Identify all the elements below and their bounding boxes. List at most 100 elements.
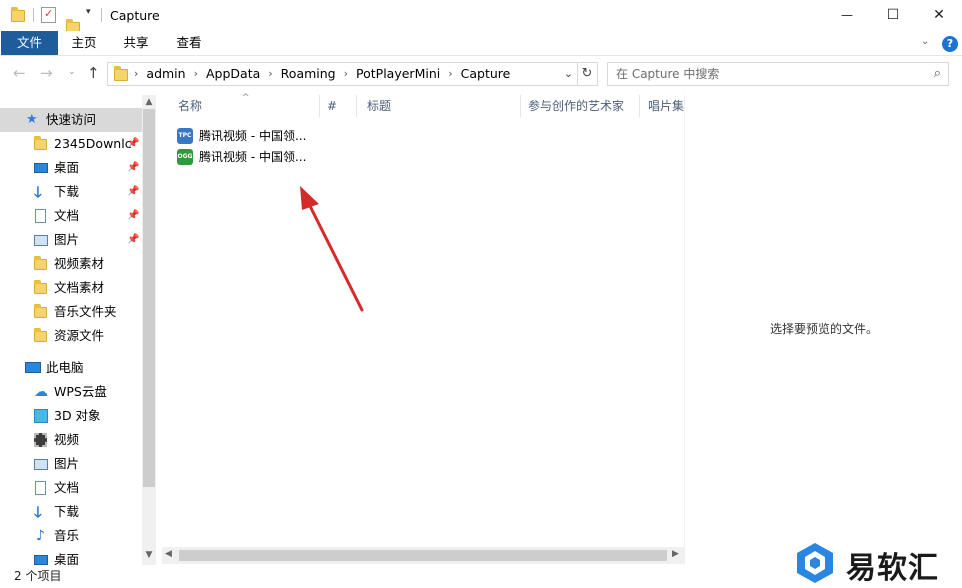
folder-icon (34, 328, 47, 342)
scroll-thumb[interactable] (143, 109, 155, 487)
up-arrow-icon[interactable]: ↑ (87, 64, 100, 82)
column-album[interactable]: 唱片集 (648, 95, 684, 117)
minimize-button[interactable]: — (824, 0, 870, 30)
file-name: 腾讯视频 - 中国领... (199, 129, 307, 143)
forward-arrow-icon[interactable]: → (40, 64, 53, 82)
breadcrumb-admin[interactable]: admin (146, 63, 185, 85)
watermark-logo: 易软汇 (794, 541, 958, 586)
search-icon[interactable]: ⌕ (934, 66, 941, 81)
chevron-right-icon: › (134, 67, 139, 80)
scroll-right-icon[interactable]: ▶ (672, 549, 679, 559)
chevron-right-icon: › (193, 67, 198, 80)
close-button[interactable]: ✕ (916, 0, 962, 30)
download-icon: 🡓 (34, 503, 42, 521)
nav-item-resource-files[interactable]: 资源文件 (0, 324, 142, 348)
column-artist[interactable]: 参与创作的艺术家 (528, 95, 624, 117)
breadcrumb-roaming[interactable]: Roaming (281, 63, 336, 85)
folder-icon (34, 136, 47, 150)
picture-icon (34, 459, 48, 470)
nav-item-music[interactable]: ♪ 音乐 (0, 524, 142, 548)
column-title[interactable]: 标题 (367, 95, 391, 117)
chevron-right-icon: › (268, 67, 273, 80)
tab-home[interactable]: 主页 (64, 31, 104, 55)
help-icon[interactable]: ? (942, 36, 958, 52)
nav-item-documents[interactable]: 文档 📌 (0, 204, 142, 228)
tab-file[interactable]: 文件 (1, 31, 58, 55)
scroll-down-icon[interactable]: ▼ (142, 550, 156, 560)
pane-divider[interactable] (684, 95, 685, 565)
sort-ascending-icon: ^ (242, 93, 250, 103)
file-name: 腾讯视频 - 中国领... (199, 150, 307, 164)
folder-icon (34, 256, 47, 270)
nav-item-documents-pc[interactable]: 文档 (0, 476, 142, 500)
folder-icon (34, 304, 47, 318)
title-bar: ✓ ▾ Capture — ☐ ✕ (0, 0, 962, 34)
nav-item-2345downlc[interactable]: 2345Downlc 📌 (0, 132, 142, 156)
address-dropdown-icon[interactable]: ⌄ (564, 67, 573, 80)
column-number[interactable]: # (327, 95, 337, 117)
video-icon (34, 433, 47, 447)
search-box[interactable]: ⌕ (607, 62, 949, 86)
pin-icon[interactable]: 📌 (127, 228, 139, 252)
navigation-scrollbar[interactable]: ▲ ▼ (142, 95, 156, 565)
ribbon: 文件 主页 共享 查看 ⌄ ? (0, 31, 962, 56)
back-arrow-icon[interactable]: ← (13, 64, 26, 82)
watermark-icon (797, 543, 833, 583)
file-list-scrollbar[interactable]: ◀ ▶ (162, 547, 684, 564)
download-icon: 🡓 (34, 183, 42, 201)
nav-item-downloads-pc[interactable]: 🡓 下载 (0, 500, 142, 524)
nav-item-document-materials[interactable]: 文档素材 (0, 276, 142, 300)
cube-icon (34, 409, 48, 423)
expand-ribbon-icon[interactable]: ⌄ (921, 36, 929, 47)
column-divider[interactable] (356, 95, 357, 117)
address-bar[interactable]: › admin › AppData › Roaming › PotPlayerM… (107, 62, 578, 86)
preview-message: 选择要预览的文件。 (770, 322, 879, 336)
status-item-count: 2 个项目 (14, 569, 62, 583)
pin-icon[interactable]: 📌 (127, 180, 139, 204)
document-icon (35, 209, 46, 223)
nav-this-pc[interactable]: 此电脑 (0, 356, 142, 380)
tab-view[interactable]: 查看 (169, 31, 209, 55)
nav-item-pictures-pc[interactable]: 图片 (0, 452, 142, 476)
nav-item-desktop[interactable]: 桌面 📌 (0, 156, 142, 180)
music-icon: ♪ (36, 528, 45, 544)
maximize-button[interactable]: ☐ (870, 0, 916, 30)
cloud-icon: ☁ (34, 384, 48, 400)
breadcrumb-appdata[interactable]: AppData (206, 63, 260, 85)
chevron-right-icon: › (448, 67, 453, 80)
nav-item-3d-objects[interactable]: 3D 对象 (0, 404, 142, 428)
scroll-left-icon[interactable]: ◀ (165, 549, 172, 559)
nav-item-desktop-pc[interactable]: 桌面 (0, 548, 142, 565)
column-divider[interactable] (639, 95, 640, 117)
breadcrumb-capture[interactable]: Capture (461, 63, 511, 85)
search-input[interactable] (616, 66, 916, 82)
scroll-up-icon[interactable]: ▲ (142, 97, 156, 107)
picture-icon (34, 235, 48, 246)
pin-icon[interactable]: 📌 (127, 204, 139, 228)
nav-quick-access[interactable]: ★ 快速访问 (0, 108, 142, 132)
tab-share[interactable]: 共享 (116, 31, 156, 55)
column-divider[interactable] (319, 95, 320, 117)
desktop-icon (34, 163, 48, 173)
breadcrumb-potplayermini[interactable]: PotPlayerMini (356, 63, 440, 85)
nav-item-videos[interactable]: 视频 (0, 428, 142, 452)
tpc-file-icon: TPC (177, 128, 193, 144)
column-name[interactable]: 名称 (178, 95, 202, 117)
nav-item-music-folder[interactable]: 音乐文件夹 (0, 300, 142, 324)
chevron-right-icon: › (343, 67, 349, 80)
nav-item-pictures[interactable]: 图片 📌 (0, 228, 142, 252)
breadcrumb: › admin › AppData › Roaming › PotPlayerM… (134, 63, 518, 85)
customize-quick-access-icon[interactable]: ▾ (86, 7, 91, 17)
refresh-button[interactable]: ↻ (577, 62, 598, 86)
ogg-file-icon: OGG (177, 149, 193, 165)
pin-icon[interactable]: 📌 (127, 156, 139, 180)
pin-icon[interactable]: 📌 (127, 132, 139, 156)
recent-locations-icon[interactable]: ⌄ (68, 67, 76, 77)
nav-item-video-materials[interactable]: 视频素材 (0, 252, 142, 276)
nav-item-downloads[interactable]: 🡓 下载 📌 (0, 180, 142, 204)
folder-icon (11, 7, 25, 22)
nav-item-wps-cloud[interactable]: ☁ WPS云盘 (0, 380, 142, 404)
properties-icon[interactable]: ✓ (41, 7, 56, 23)
column-divider[interactable] (520, 95, 521, 117)
scroll-thumb[interactable] (179, 550, 667, 561)
